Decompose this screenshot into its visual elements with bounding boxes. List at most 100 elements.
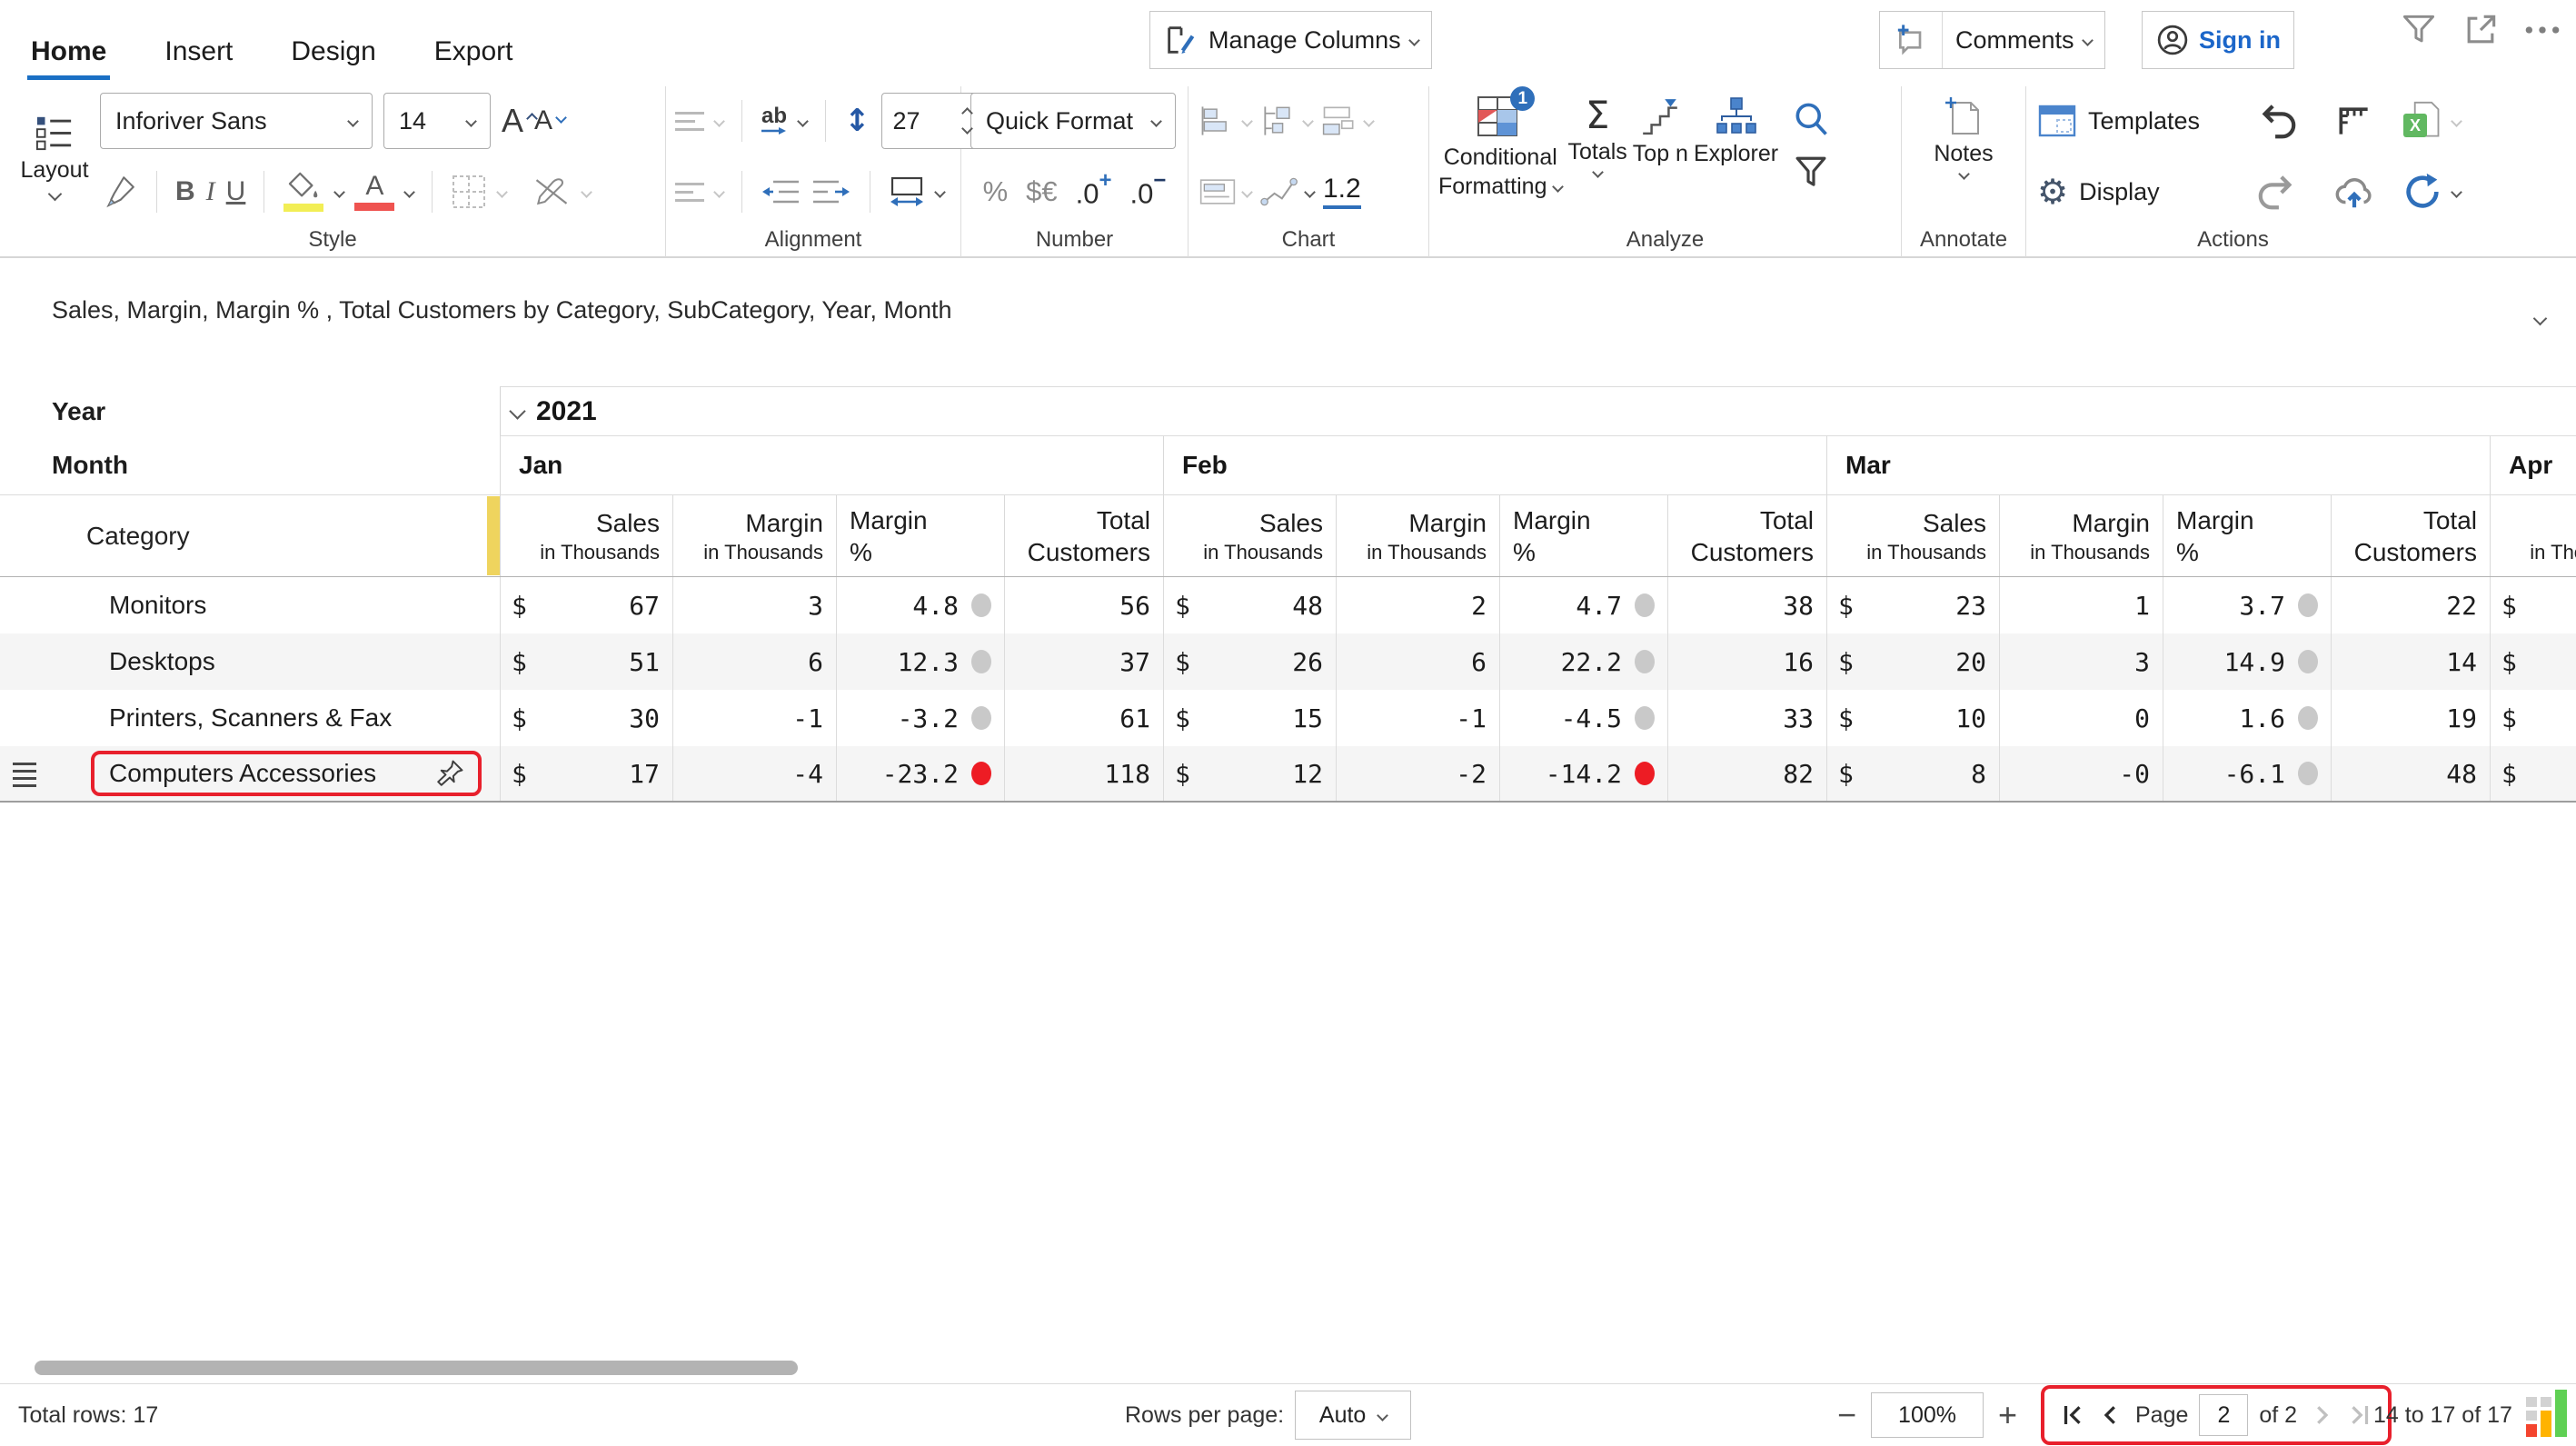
cell-sales[interactable]: $8 bbox=[1826, 746, 1999, 801]
cell-customers[interactable]: 118 bbox=[1004, 746, 1163, 801]
vertical-align-icon[interactable] bbox=[675, 112, 704, 131]
font-color-icon[interactable]: A bbox=[354, 173, 394, 211]
cell-customers[interactable]: 38 bbox=[1667, 577, 1826, 633]
cell-margin[interactable]: 3 bbox=[672, 577, 836, 633]
excel-export-button[interactable]: X bbox=[2402, 101, 2501, 141]
fill-color-icon[interactable] bbox=[283, 172, 324, 212]
cell-margin[interactable]: 6 bbox=[672, 633, 836, 690]
increase-decimal-icon[interactable]: .0+ bbox=[1076, 174, 1112, 210]
category-header[interactable]: Category bbox=[0, 495, 500, 576]
font-family-select[interactable]: Inforiver Sans bbox=[100, 93, 373, 149]
indent-icon[interactable] bbox=[811, 177, 851, 206]
clear-formatting-icon[interactable] bbox=[532, 175, 572, 209]
chart-layout-icon[interactable] bbox=[1319, 104, 1373, 138]
search-icon[interactable] bbox=[1791, 99, 1831, 139]
quick-format-select[interactable]: Quick Format bbox=[970, 93, 1176, 149]
cell-margin[interactable]: -0 bbox=[1999, 746, 2163, 801]
column-header-customers[interactable]: TotalCustomers bbox=[1004, 495, 1163, 576]
cell-margin_pct[interactable]: 4.7 bbox=[1499, 577, 1667, 633]
totals-button[interactable]: Σ Totals bbox=[1567, 86, 1626, 176]
cell-customers[interactable]: 61 bbox=[1004, 690, 1163, 746]
redo-icon[interactable] bbox=[2247, 171, 2307, 213]
notes-button[interactable]: Notes bbox=[1934, 86, 1993, 178]
month-header-mar[interactable]: Mar bbox=[1826, 436, 2490, 494]
cell-customers[interactable]: 14 bbox=[2331, 633, 2490, 690]
explorer-button[interactable]: Explorer bbox=[1694, 86, 1778, 166]
cell-sales[interactable]: $26 bbox=[1163, 633, 1336, 690]
cell-margin_pct[interactable]: 22.2 bbox=[1499, 633, 1667, 690]
decrease-font-size-button[interactable]: A bbox=[534, 105, 552, 137]
cell-margin[interactable]: 1 bbox=[1999, 577, 2163, 633]
column-header-sales[interactable]: Salesin Thousands bbox=[500, 495, 672, 576]
zoom-out-button[interactable]: − bbox=[1837, 1399, 1856, 1431]
wrap-text-icon[interactable]: ab bbox=[761, 105, 788, 136]
display-button[interactable]: ⚙ Display bbox=[2037, 174, 2233, 210]
last-page-icon[interactable] bbox=[2346, 1401, 2373, 1429]
filter-icon[interactable] bbox=[1791, 154, 1831, 192]
templates-button[interactable]: Templates bbox=[2037, 103, 2233, 139]
cell-sales[interactable]: $51 bbox=[500, 633, 672, 690]
borders-icon[interactable] bbox=[451, 174, 487, 210]
cell-sales[interactable]: $ bbox=[2490, 690, 2576, 746]
layout-button[interactable]: Layout bbox=[9, 114, 100, 199]
ruler-icon[interactable] bbox=[2322, 101, 2387, 141]
outdent-icon[interactable] bbox=[761, 177, 801, 206]
decrease-decimal-icon[interactable]: .0− bbox=[1130, 174, 1167, 210]
column-header-margin[interactable]: Marginin Thousands bbox=[672, 495, 836, 576]
format-painter-icon[interactable] bbox=[100, 173, 138, 211]
cell-margin[interactable]: -4 bbox=[672, 746, 836, 801]
cell-margin[interactable]: 0 bbox=[1999, 690, 2163, 746]
row-label[interactable]: Desktops bbox=[0, 633, 500, 690]
underline-button[interactable]: U bbox=[226, 176, 246, 207]
month-header-feb[interactable]: Feb bbox=[1163, 436, 1826, 494]
cell-customers[interactable]: 16 bbox=[1667, 633, 1826, 690]
zoom-in-button[interactable]: + bbox=[1998, 1399, 2017, 1431]
cell-sales[interactable]: $ bbox=[2490, 746, 2576, 801]
number-precision-button[interactable]: 1.2 bbox=[1323, 175, 1361, 209]
cell-margin[interactable]: 2 bbox=[1336, 577, 1499, 633]
cell-sales[interactable]: $12 bbox=[1163, 746, 1336, 801]
bold-button[interactable]: B bbox=[175, 176, 195, 207]
column-header-margin[interactable]: Marginin Thousands bbox=[1999, 495, 2163, 576]
column-header-sales[interactable]: Salesin Thousands bbox=[2490, 495, 2576, 576]
header-filter-icon[interactable] bbox=[2394, 5, 2443, 55]
tab-insert[interactable]: Insert bbox=[161, 20, 236, 80]
tab-export[interactable]: Export bbox=[431, 20, 517, 80]
cell-margin_pct[interactable]: 3.7 bbox=[2163, 577, 2331, 633]
horizontal-align-icon[interactable] bbox=[675, 183, 704, 202]
row-label[interactable]: Computers Accessories bbox=[0, 746, 500, 801]
ribbon-collapse-icon[interactable] bbox=[2533, 312, 2548, 326]
undo-icon[interactable] bbox=[2247, 100, 2307, 142]
cell-customers[interactable]: 56 bbox=[1004, 577, 1163, 633]
rows-per-page-select[interactable]: Auto bbox=[1295, 1391, 1411, 1440]
cell-customers[interactable]: 19 bbox=[2331, 690, 2490, 746]
cell-margin_pct[interactable]: -3.2 bbox=[836, 690, 1004, 746]
cell-margin[interactable]: -2 bbox=[1336, 746, 1499, 801]
year-header-cell[interactable]: 2021 bbox=[500, 386, 2576, 436]
cell-customers[interactable]: 82 bbox=[1667, 746, 1826, 801]
cloud-upload-icon[interactable] bbox=[2322, 171, 2387, 213]
row-label[interactable]: Printers, Scanners & Fax bbox=[0, 690, 500, 746]
cell-margin_pct[interactable]: 4.8 bbox=[836, 577, 1004, 633]
cell-customers[interactable]: 22 bbox=[2331, 577, 2490, 633]
cell-margin[interactable]: -1 bbox=[1336, 690, 1499, 746]
cell-sales[interactable]: $ bbox=[2490, 633, 2576, 690]
cell-sales[interactable]: $67 bbox=[500, 577, 672, 633]
cell-margin_pct[interactable]: 14.9 bbox=[2163, 633, 2331, 690]
column-header-sales[interactable]: Salesin Thousands bbox=[1826, 495, 1999, 576]
cell-margin_pct[interactable]: -23.2 bbox=[836, 746, 1004, 801]
column-header-customers[interactable]: TotalCustomers bbox=[1667, 495, 1826, 576]
collapse-year-icon[interactable] bbox=[509, 403, 525, 419]
page-number-input[interactable]: 2 bbox=[2199, 1394, 2248, 1436]
percent-format-icon[interactable]: % bbox=[983, 175, 1009, 208]
column-width-icon[interactable] bbox=[889, 176, 925, 207]
tab-home[interactable]: Home bbox=[27, 20, 110, 80]
cell-margin[interactable]: 3 bbox=[1999, 633, 2163, 690]
bar-chart-icon[interactable] bbox=[1198, 104, 1251, 138]
currency-format-icon[interactable]: $€ bbox=[1026, 175, 1057, 208]
header-focus-mode-icon[interactable] bbox=[2456, 5, 2505, 55]
cell-sales[interactable]: $15 bbox=[1163, 690, 1336, 746]
column-header-margin_pct[interactable]: Margin % bbox=[2163, 495, 2331, 576]
month-header-jan[interactable]: Jan bbox=[500, 436, 1163, 494]
zoom-level-input[interactable]: 100% bbox=[1871, 1392, 1984, 1438]
